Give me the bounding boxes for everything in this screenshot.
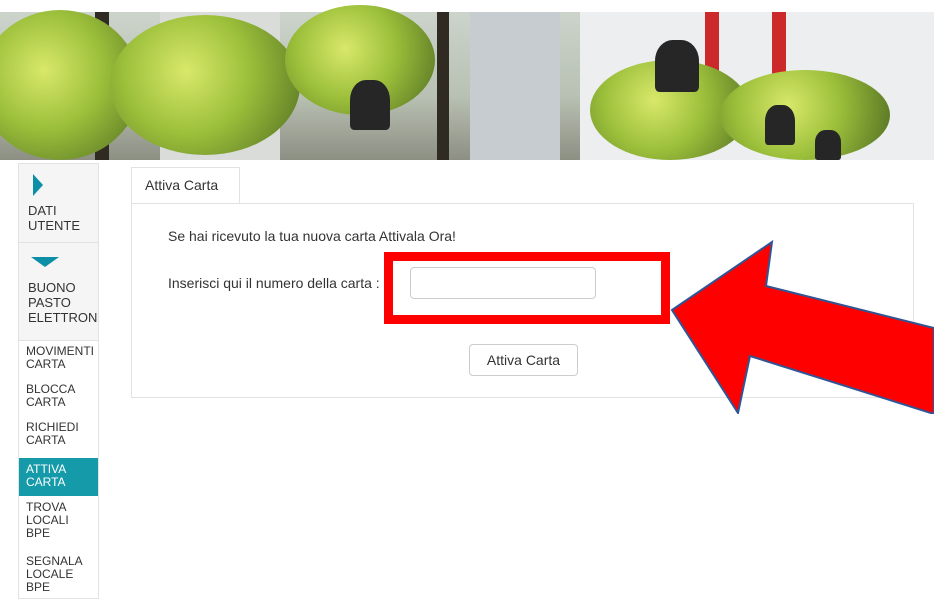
- sidebar-section-label: DATI UTENTE: [28, 203, 80, 233]
- sidebar-item-trova-locali-bpe[interactable]: TROVA LOCALI BPE: [19, 501, 98, 545]
- sidebar-item-blocca-carta[interactable]: BLOCCA CARTA: [19, 383, 98, 413]
- card-number-label: Inserisci qui il numero della carta :: [168, 275, 380, 291]
- sidebar-item-segnala-locale-bpe[interactable]: SEGNALA LOCALE BPE: [19, 555, 98, 598]
- sidebar-section-dati-utente[interactable]: DATI UTENTE: [19, 164, 98, 243]
- sidebar-item-attiva-carta[interactable]: ATTIVA CARTA: [19, 458, 98, 496]
- sidebar-item-movimenti-carta[interactable]: MOVIMENTI CARTA: [19, 345, 98, 375]
- activation-message: Se hai ricevuto la tua nuova carta Attiv…: [168, 228, 456, 244]
- tab-attiva-carta[interactable]: Attiva Carta: [131, 167, 240, 203]
- pointing-arrow-annotation: [670, 239, 934, 414]
- sidebar-section-label: BUONO PASTO ELETTRONICO: [28, 280, 98, 325]
- chevron-down-icon: [31, 257, 59, 267]
- highlight-box-annotation: [384, 252, 670, 324]
- sidebar-nav: DATI UTENTE BUONO PASTO ELETTRONICO MOVI…: [18, 163, 99, 599]
- chevron-right-icon: [33, 174, 43, 196]
- header-banner-image: [0, 0, 934, 160]
- sidebar-item-richiedi-carta[interactable]: RICHIEDI CARTA: [19, 421, 98, 451]
- attiva-carta-button[interactable]: Attiva Carta: [469, 344, 578, 376]
- sidebar-section-buono-pasto[interactable]: BUONO PASTO ELETTRONICO: [19, 243, 98, 341]
